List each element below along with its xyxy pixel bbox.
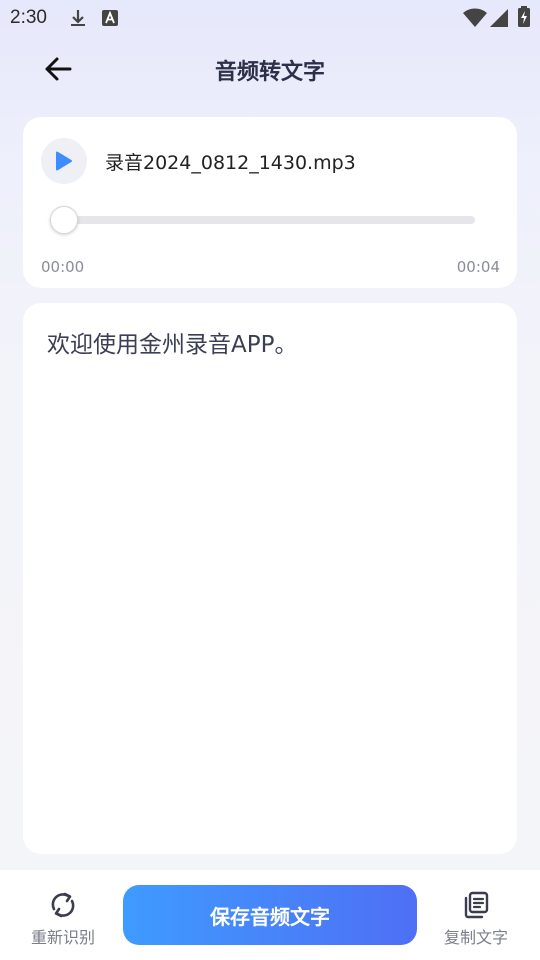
save-audio-text-button[interactable]: 保存音频文字 (123, 885, 417, 945)
signal-icon (489, 8, 509, 32)
wifi-icon (462, 8, 488, 32)
progress-slider-thumb[interactable] (50, 206, 78, 234)
total-duration: 00:04 (456, 258, 500, 276)
copy-icon (461, 890, 491, 920)
transcript-card[interactable]: 欢迎使用金州录音APP。 (23, 303, 517, 854)
refresh-icon (48, 890, 78, 920)
download-icon (68, 8, 88, 32)
app-notification-icon (101, 9, 119, 31)
app-header: 音频转文字 (0, 40, 540, 98)
copy-text-button[interactable]: 复制文字 (431, 888, 521, 948)
audio-player-card: 录音2024_0812_1430.mp3 00:00 00:04 (23, 117, 517, 288)
current-time: 00:00 (41, 258, 85, 276)
play-button[interactable] (41, 138, 87, 184)
play-icon (56, 151, 72, 171)
progress-track[interactable] (63, 216, 475, 224)
re-recognize-label: 重新识别 (30, 928, 95, 947)
status-time: 2:30 (10, 7, 47, 28)
copy-text-label: 复制文字 (443, 928, 508, 947)
page-title: 音频转文字 (214, 60, 325, 85)
status-bar: 2:30 (0, 0, 540, 36)
re-recognize-button[interactable]: 重新识别 (18, 888, 108, 948)
audio-file-name: 录音2024_0812_1430.mp3 (105, 152, 356, 174)
bottom-action-bar: 重新识别 保存音频文字 复制文字 (0, 870, 540, 960)
battery-icon (517, 6, 531, 32)
transcript-text[interactable]: 欢迎使用金州录音APP。 (47, 329, 493, 361)
